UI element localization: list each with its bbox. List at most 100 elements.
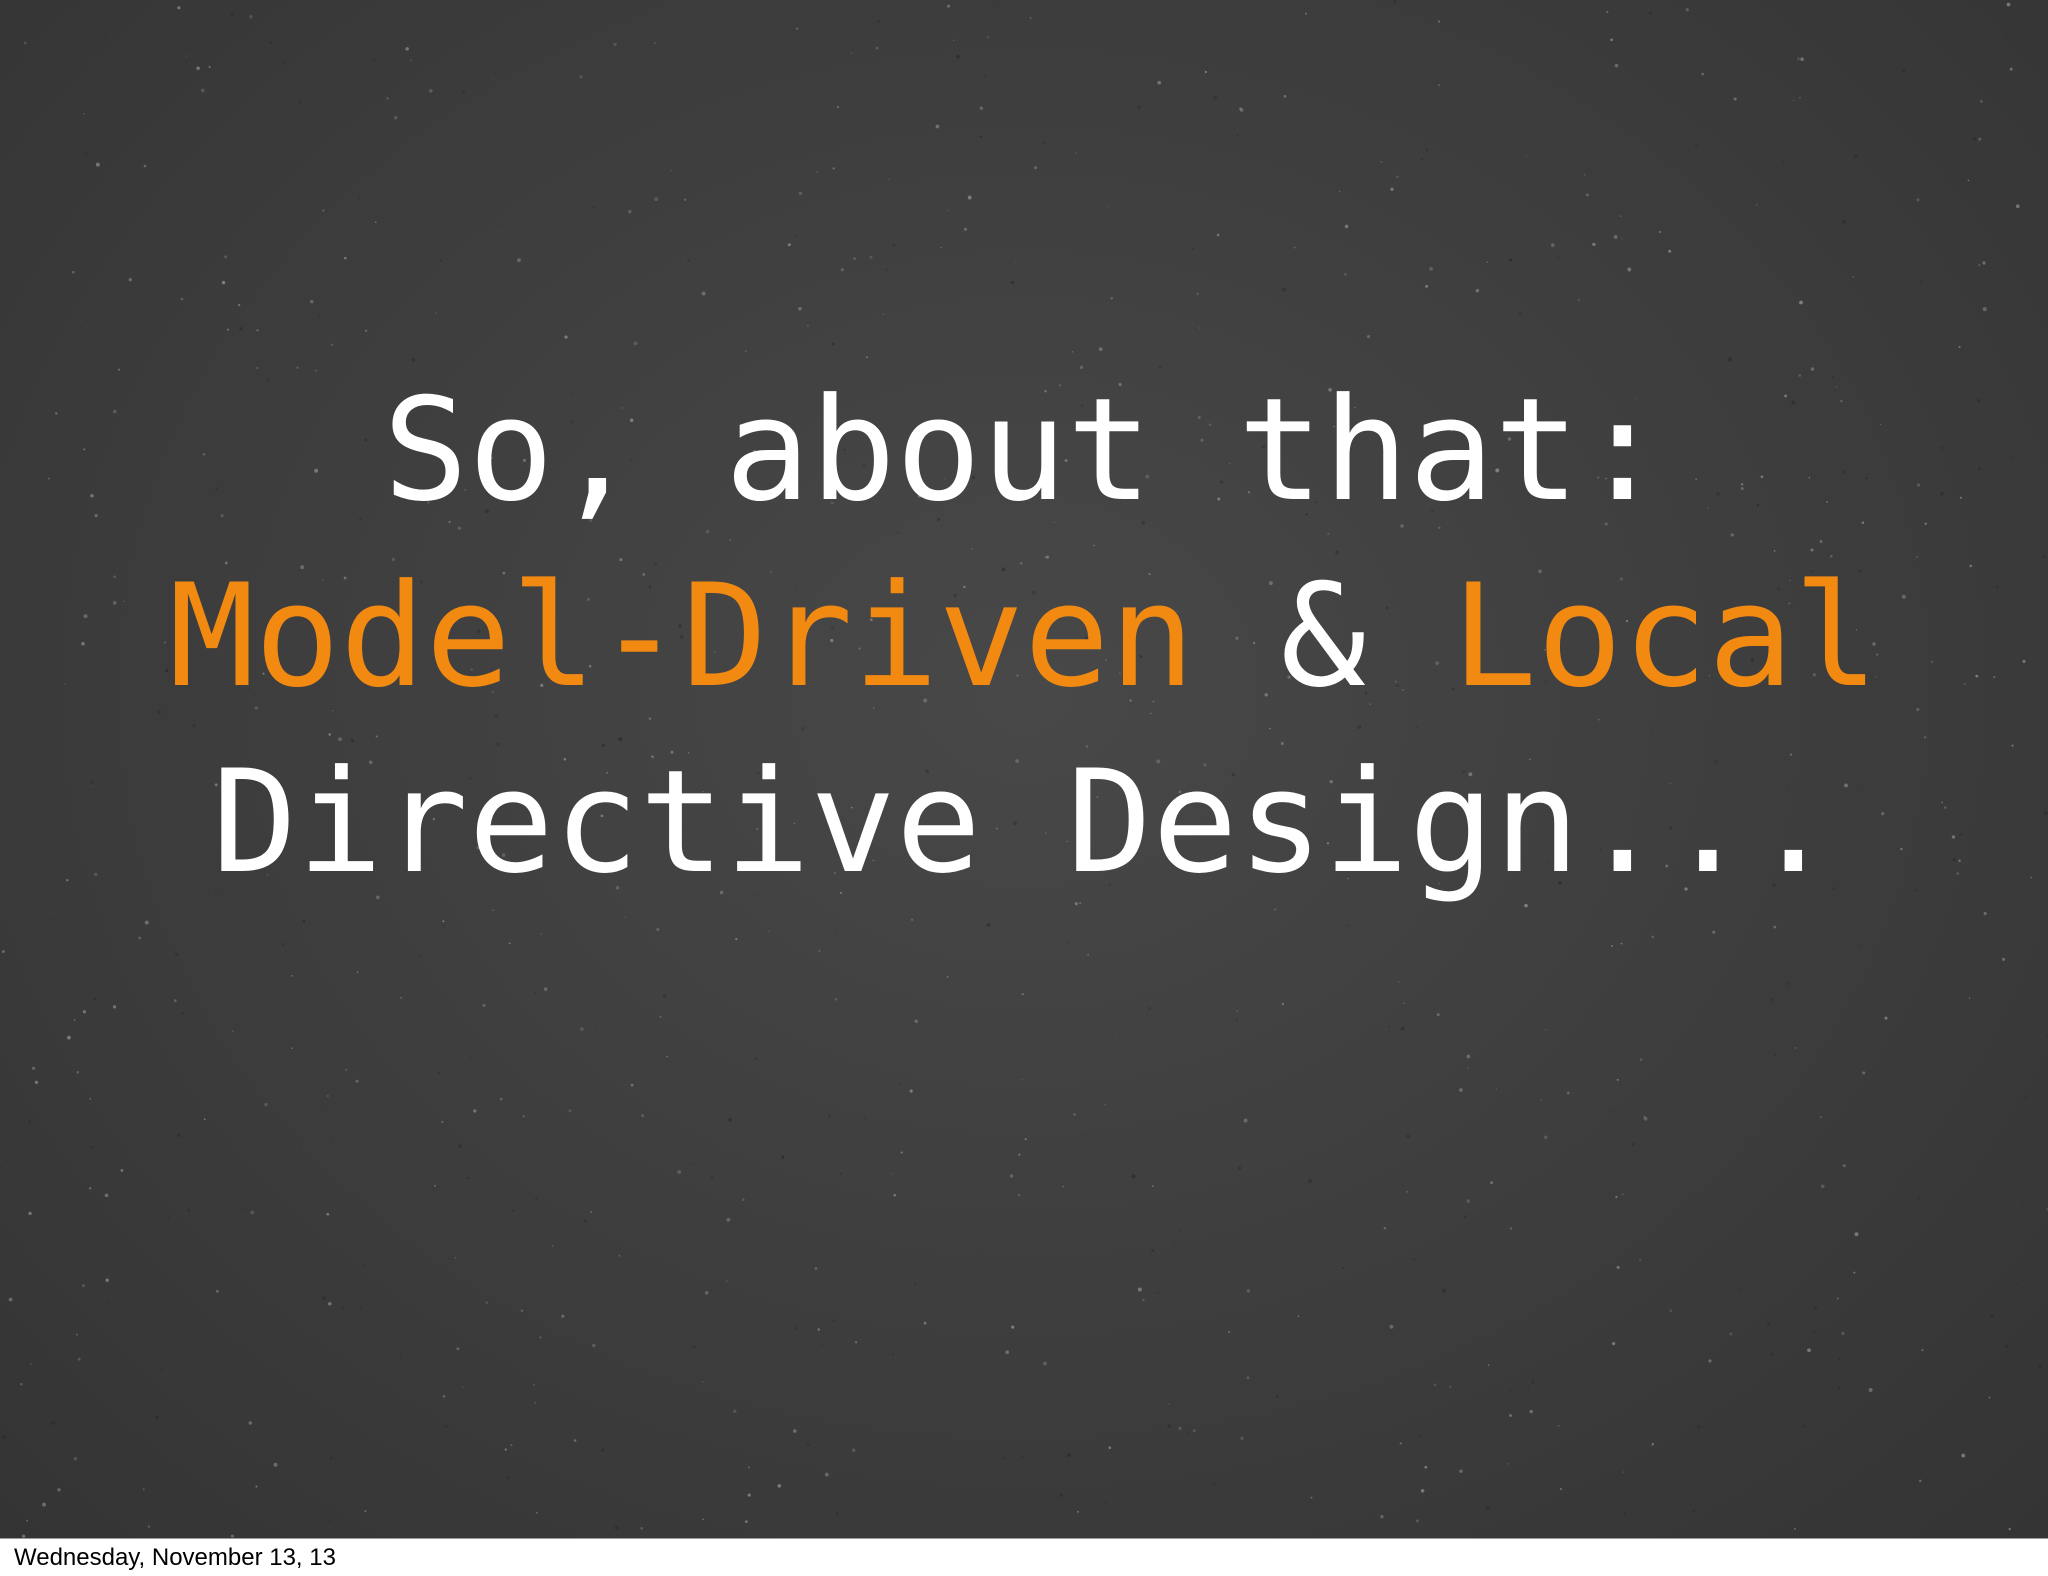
texture-speck — [818, 949, 821, 953]
texture-speck — [1029, 17, 1032, 19]
texture-speck — [419, 1380, 421, 1382]
texture-speck — [579, 75, 583, 79]
texture-speck — [1712, 930, 1716, 934]
texture-speck — [1071, 351, 1074, 353]
texture-speck — [86, 320, 89, 323]
headline-ampersand: & — [1194, 554, 1452, 719]
texture-speck — [2002, 957, 2006, 961]
texture-speck — [1344, 224, 1349, 229]
texture-speck — [1507, 1463, 1509, 1465]
texture-speck — [1075, 152, 1077, 154]
texture-speck — [20, 1330, 23, 1333]
texture-speck — [1796, 57, 1800, 61]
texture-speck — [428, 88, 433, 93]
texture-speck — [522, 1115, 525, 1118]
texture-speck — [112, 1005, 117, 1009]
texture-speck — [499, 1097, 503, 1101]
texture-speck — [508, 942, 511, 945]
texture-speck — [8, 1297, 13, 1302]
texture-speck — [441, 1121, 444, 1123]
texture-speck — [692, 1345, 696, 1349]
texture-speck — [330, 1456, 333, 1460]
texture-speck — [23, 41, 27, 45]
texture-speck — [458, 1144, 462, 1148]
texture-speck — [1616, 1078, 1619, 1081]
texture-speck — [81, 1284, 85, 1288]
texture-speck — [1104, 1502, 1107, 1505]
texture-speck — [95, 162, 100, 167]
texture-speck — [1606, 10, 1609, 13]
texture-speck — [1696, 1296, 1699, 1298]
texture-speck — [795, 235, 798, 238]
texture-speck — [725, 1280, 728, 1282]
texture-speck — [1110, 296, 1114, 300]
texture-speck — [157, 1463, 160, 1465]
texture-speck — [595, 1029, 597, 1031]
texture-speck — [787, 243, 791, 247]
texture-speck — [733, 1409, 737, 1413]
texture-speck — [504, 1448, 507, 1451]
texture-speck — [77, 1357, 81, 1361]
texture-speck — [893, 1193, 896, 1197]
texture-speck — [1080, 1133, 1083, 1136]
texture-speck — [1009, 1174, 1014, 1178]
texture-speck — [590, 1210, 593, 1214]
texture-speck — [1466, 1054, 1471, 1059]
texture-speck — [1118, 1034, 1121, 1037]
texture-speck — [1509, 1227, 1513, 1230]
texture-speck — [250, 1210, 255, 1215]
texture-speck — [1302, 1487, 1305, 1490]
texture-speck — [1137, 1287, 1142, 1292]
texture-speck — [30, 1363, 32, 1365]
texture-speck — [52, 918, 55, 921]
texture-speck — [834, 933, 836, 935]
texture-speck — [26, 1519, 28, 1522]
texture-speck — [940, 246, 942, 249]
texture-speck — [1812, 1329, 1817, 1334]
texture-speck — [247, 114, 249, 117]
texture-speck — [1529, 1409, 1533, 1414]
texture-speck — [1531, 1380, 1535, 1384]
texture-speck — [1437, 84, 1441, 87]
texture-speck — [343, 256, 347, 260]
headline-line-3: Directive Design... — [211, 740, 1837, 905]
texture-speck — [482, 1003, 486, 1007]
texture-speck — [1611, 944, 1613, 947]
texture-speck — [910, 918, 914, 922]
texture-speck — [1692, 1509, 1695, 1513]
texture-speck — [439, 259, 442, 262]
texture-speck — [875, 46, 879, 50]
texture-speck — [828, 1114, 831, 1118]
texture-speck — [742, 1198, 745, 1201]
texture-speck — [1972, 136, 1977, 141]
texture-speck — [281, 943, 285, 947]
texture-speck — [239, 327, 243, 331]
texture-speck — [1167, 26, 1169, 28]
texture-speck — [1586, 193, 1589, 197]
texture-speck — [282, 60, 287, 65]
texture-speck — [100, 153, 103, 156]
texture-speck — [1235, 1018, 1239, 1021]
texture-speck — [441, 54, 444, 57]
texture-speck — [1179, 1229, 1182, 1232]
texture-speck — [372, 58, 376, 61]
texture-speck — [1550, 243, 1555, 247]
texture-speck — [1237, 1166, 1242, 1170]
headline-accent-local: Local — [1451, 554, 1879, 719]
headline-line-2: Model-Driven & Local — [0, 544, 2048, 730]
texture-speck — [1545, 1029, 1547, 1031]
texture-speck — [536, 1512, 538, 1514]
texture-speck — [979, 106, 984, 110]
texture-speck — [358, 1307, 362, 1310]
texture-speck — [1800, 57, 1804, 61]
texture-speck — [735, 937, 738, 941]
texture-speck — [358, 197, 360, 199]
texture-speck — [180, 297, 184, 301]
texture-speck — [702, 1381, 704, 1383]
texture-speck — [230, 12, 235, 16]
texture-speck — [794, 1326, 798, 1330]
texture-speck — [935, 124, 940, 129]
texture-speck — [1021, 1078, 1023, 1081]
texture-speck — [1583, 173, 1586, 176]
texture-speck — [231, 1030, 234, 1032]
